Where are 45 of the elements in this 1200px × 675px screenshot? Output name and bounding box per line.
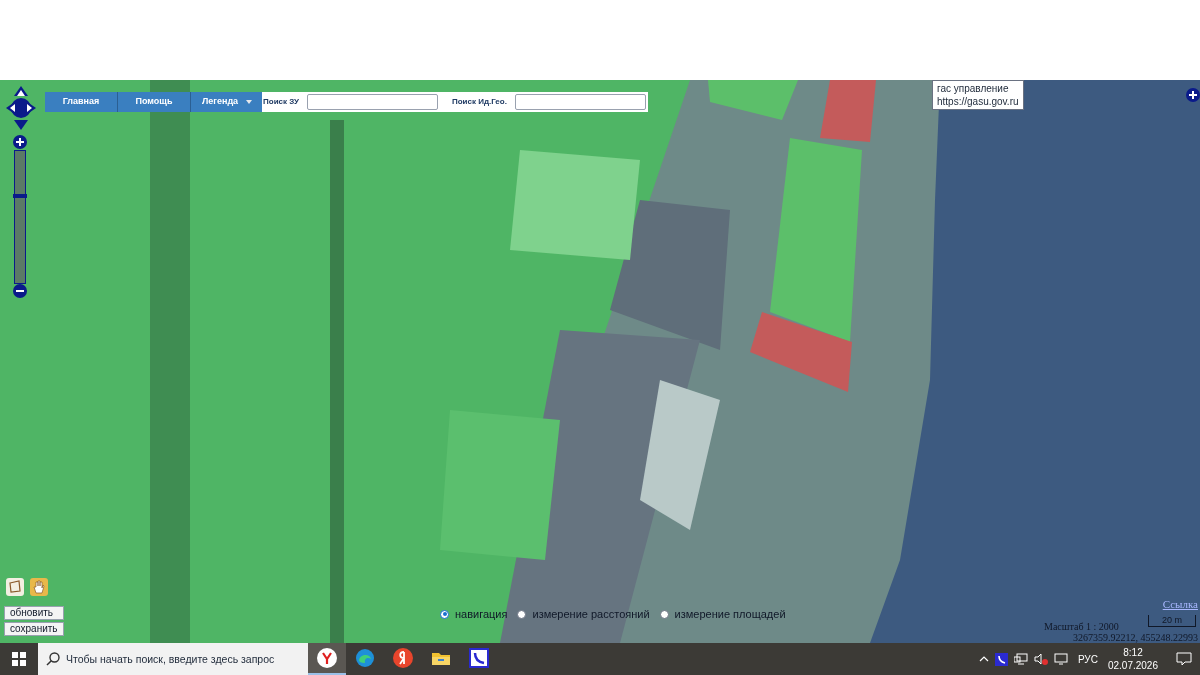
radio-label: измерение площадей [674,607,786,622]
taskbar-app-button[interactable] [308,643,346,675]
map-button[interactable]: сохранить [4,622,64,636]
tooltip-title: гас управление [937,82,1010,95]
yandex-browser-icon [317,648,337,668]
radio-label: измерение расстояний [532,607,650,622]
plus-icon [1189,91,1197,99]
windows-start-icon[interactable] [12,652,26,666]
monitor-icon[interactable] [1053,653,1068,665]
taskbar-search-field[interactable]: Чтобы начать поиск, введите здесь запрос [38,643,308,675]
radio-button[interactable] [659,609,669,619]
coordinates: 3267359.92212, 455248.22993 [1073,631,1198,643]
plus-icon [16,138,24,146]
speaker-muted-icon[interactable] [1033,653,1048,665]
map-button[interactable]: обновить [4,606,64,620]
edge-icon [355,648,375,668]
search-icon [46,652,60,666]
scale-label: Масштаб 1 : 2000 [1044,620,1119,634]
phone-icon[interactable] [994,652,1008,666]
notification-icon[interactable] [1176,652,1192,666]
search-field[interactable] [514,94,646,110]
minus-icon [16,287,24,295]
radio-label: навигация [455,607,508,622]
link[interactable]: Ссылка [1162,598,1198,611]
zoom-slider-thumb[interactable] [13,194,27,198]
menu-tab[interactable]: Помощь [118,92,191,112]
clock[interactable]: 8:12 02.07.2026 [1107,646,1158,672]
menu-tab[interactable]: Главная [45,92,118,112]
scale-bar: 20 m [1148,615,1196,627]
radio-button[interactable] [517,609,527,619]
hand-tool-icon[interactable] [30,578,48,596]
network-icon[interactable] [1013,653,1028,665]
yandex-icon [393,648,413,668]
pan-arrows-icon[interactable] [6,86,36,130]
tooltip-url: https://gasu.gov.ru [937,95,1019,108]
language-indicator[interactable]: РУС [1077,651,1098,667]
phone-icon [469,648,489,668]
radio-button[interactable] [440,609,449,619]
zoom-slider[interactable] [14,150,26,284]
search-label: Поиск Ид.Гео. [451,96,507,108]
chevron-up-icon[interactable] [978,656,989,662]
select-tool-icon[interactable] [6,578,24,596]
search-field[interactable] [306,94,438,110]
search-label: Поиск ЗУ [263,96,299,108]
menu-tab[interactable]: Легенда [191,92,264,112]
